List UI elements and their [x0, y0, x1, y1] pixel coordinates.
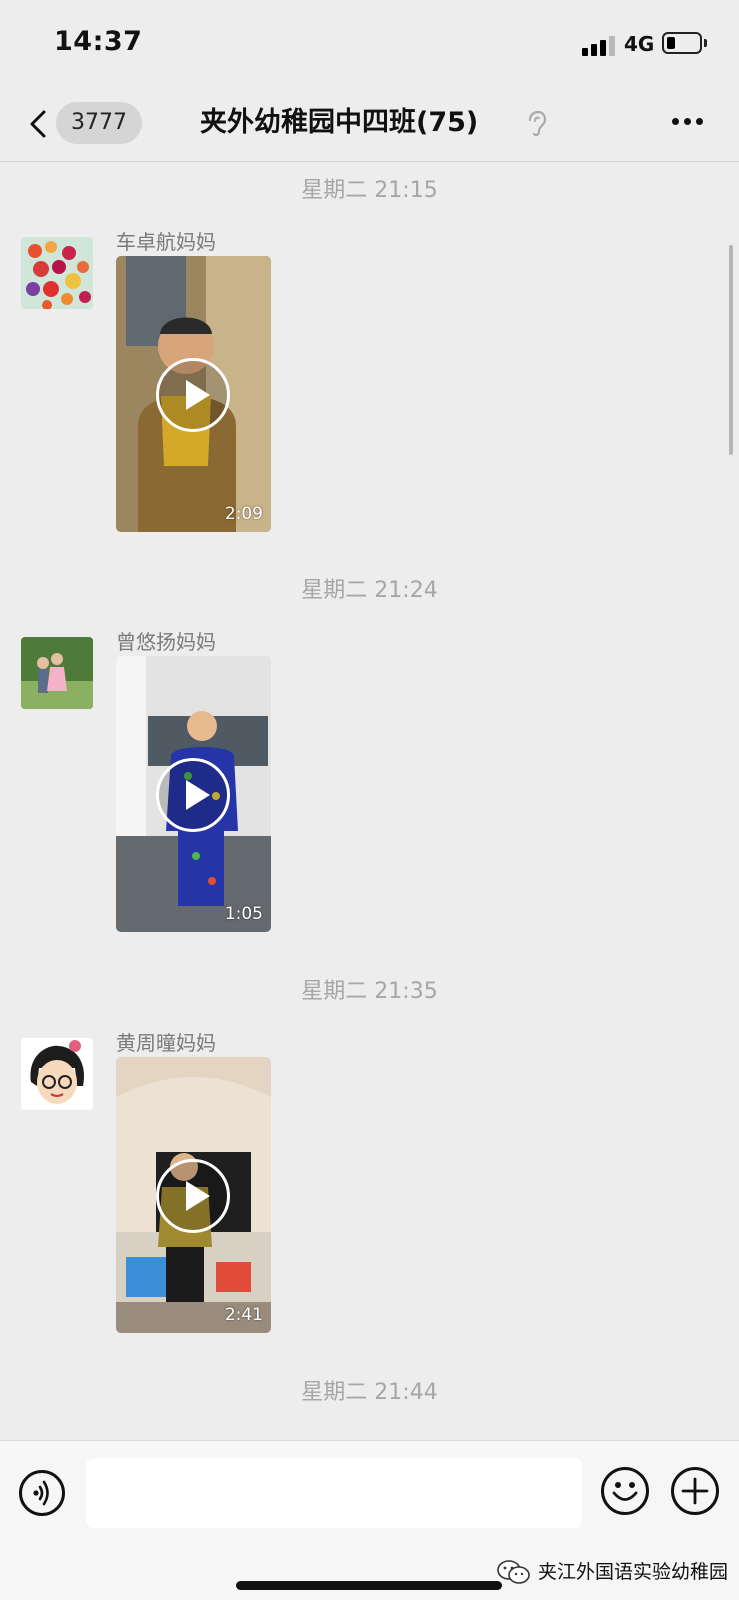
play-icon[interactable]: [156, 758, 230, 832]
status-bar: 14:37 4G: [0, 0, 739, 90]
message-timestamp: 星期二 21:35: [301, 979, 438, 1004]
chat-messages[interactable]: 星期二 21:15 车卓航妈妈 2:09 星期二 21:24 曾悠扬妈妈 1:0…: [0, 162, 739, 1440]
sender-name: 黄周曈妈妈: [116, 1031, 216, 1055]
status-time: 14:37: [54, 26, 143, 57]
chat-title: 夹外幼稚园中四班(75): [200, 107, 479, 138]
more-options-icon[interactable]: [668, 116, 708, 128]
video-message[interactable]: 1:05: [116, 656, 271, 932]
wechat-icon: [497, 1560, 530, 1584]
message-timestamp: 星期二 21:15: [301, 178, 438, 203]
unread-count-badge[interactable]: 3777: [56, 102, 142, 144]
play-icon[interactable]: [156, 1159, 230, 1233]
watermark-text: 夹江外国语实验幼稚园: [538, 1561, 729, 1583]
sender-avatar[interactable]: [21, 237, 93, 309]
emoji-icon[interactable]: [601, 1467, 649, 1515]
video-duration: 1:05: [224, 904, 263, 924]
plus-icon[interactable]: [671, 1467, 719, 1515]
battery-tip: [704, 39, 707, 47]
message-timestamp: 星期二 21:24: [301, 578, 438, 603]
sender-name: 曾悠扬妈妈: [116, 630, 216, 654]
account-watermark: 夹江外国语实验幼稚园: [496, 1557, 736, 1587]
video-message[interactable]: 2:41: [116, 1057, 271, 1333]
video-duration: 2:09: [224, 504, 263, 524]
message-input[interactable]: [86, 1458, 582, 1528]
cellular-signal-icon: [582, 34, 616, 56]
battery-icon: [662, 32, 702, 54]
chat-header: 3777 夹外幼稚园中四班(75): [0, 90, 739, 162]
back-arrow-icon[interactable]: [22, 108, 54, 140]
sender-avatar[interactable]: [21, 1038, 93, 1110]
video-message[interactable]: 2:09: [116, 256, 271, 532]
input-toolbar: 夹江外国语实验幼稚园: [0, 1440, 739, 1600]
play-icon[interactable]: [156, 358, 230, 432]
network-type: 4G: [624, 32, 655, 56]
voice-icon[interactable]: [19, 1470, 65, 1516]
scrollbar[interactable]: [729, 245, 733, 455]
ear-icon: [528, 110, 547, 137]
message-timestamp: 星期二 21:44: [301, 1380, 438, 1405]
sender-avatar[interactable]: [21, 637, 93, 709]
video-duration: 2:41: [224, 1305, 263, 1325]
home-indicator[interactable]: [236, 1581, 502, 1590]
sender-name: 车卓航妈妈: [116, 230, 216, 254]
